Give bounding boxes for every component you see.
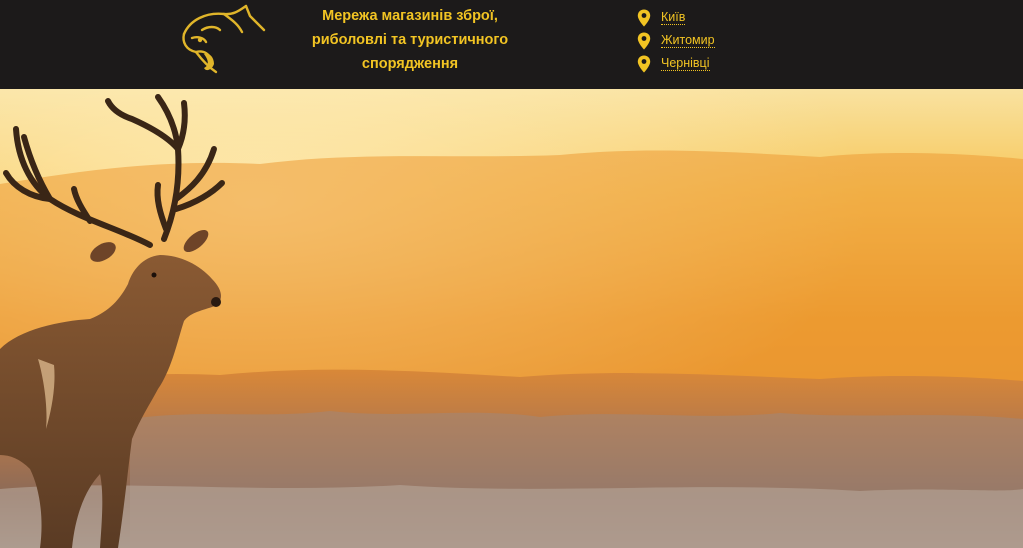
site-header: Мережа магазинів зброї, риболовлі та тур… (0, 0, 1023, 89)
hero-banner (0, 89, 1023, 548)
city-label[interactable]: Київ (661, 10, 686, 25)
tagline-line: риболовлі та туристичного (311, 32, 509, 48)
city-label[interactable]: Чернівці (661, 56, 710, 71)
city-link-chernivtsi[interactable]: Чернівці (637, 52, 715, 75)
city-list: Київ Житомир Чернівці (637, 6, 715, 75)
deer-at-sunrise-photo (0, 89, 1023, 548)
city-link-kyiv[interactable]: Київ (637, 6, 715, 29)
tagline-line: спорядження (361, 56, 459, 72)
map-pin-icon (637, 9, 651, 26)
city-label[interactable]: Житомир (661, 33, 715, 48)
city-link-zhytomyr[interactable]: Житомир (637, 29, 715, 52)
map-pin-icon (637, 32, 651, 49)
store-tagline: Мережа магазинів зброї, риболовлі та тур… (288, 4, 532, 76)
tagline-line: Мережа магазинів зброї, (322, 8, 498, 24)
map-pin-icon (637, 55, 651, 72)
cougar-head-logo[interactable] (176, 2, 268, 76)
